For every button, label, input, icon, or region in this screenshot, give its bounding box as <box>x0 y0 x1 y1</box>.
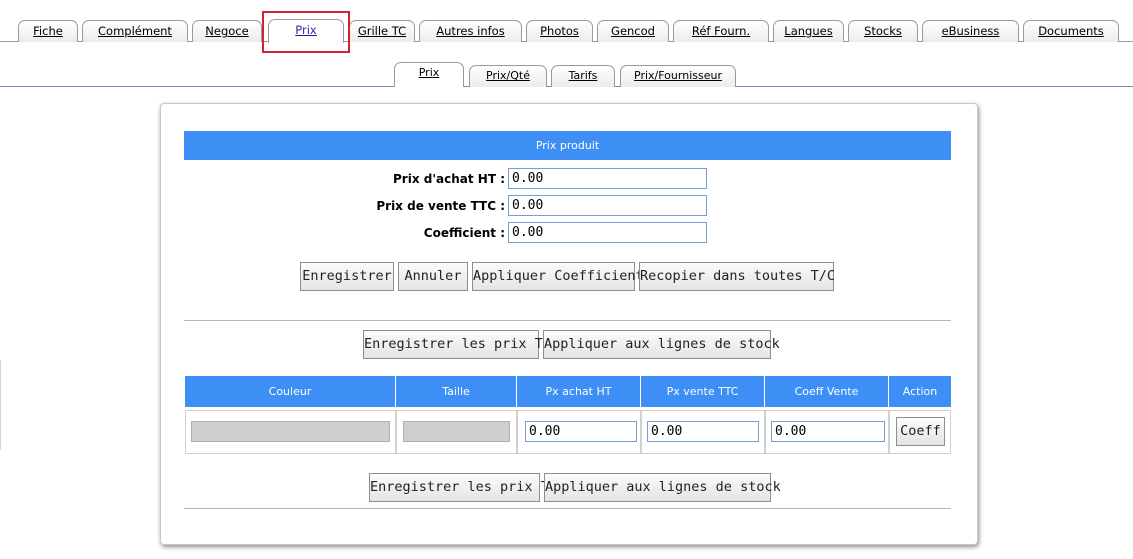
subtab-prix-fournisseur[interactable]: Prix/Fournisseur <box>620 65 736 87</box>
col-header-action: Action <box>889 376 951 407</box>
subtab-tarifs[interactable]: Tarifs <box>551 65 615 87</box>
tab-ebusiness[interactable]: eBusiness <box>922 20 1019 42</box>
cell-couleur <box>185 410 396 454</box>
col-header-coeff-vente: Coeff Vente <box>765 376 889 407</box>
separator <box>184 320 951 321</box>
coefficient-input[interactable] <box>508 222 707 243</box>
tab-langues[interactable]: Langues <box>773 20 844 42</box>
purchase-price-input[interactable] <box>508 168 707 189</box>
left-edge-mark <box>0 360 1 450</box>
active-tab-highlight <box>262 11 350 53</box>
row-coeff-button[interactable]: Coeff <box>896 417 945 446</box>
sale-price-input[interactable] <box>508 195 707 216</box>
coefficient-label: Coefficient : <box>423 226 505 240</box>
tab-stocks[interactable]: Stocks <box>848 20 918 42</box>
tab-photos[interactable]: Photos <box>526 20 593 42</box>
save-tc-prices-button[interactable]: Enregistrer les prix TC <box>363 330 551 359</box>
section-title: Prix produit <box>184 131 951 160</box>
row-px-achat-input[interactable] <box>525 421 637 442</box>
tab-ref-fourn[interactable]: Réf Fourn. <box>673 20 769 42</box>
save-tc-prices-button-bottom[interactable]: Enregistrer les prix TC <box>369 473 557 502</box>
copy-all-tc-button[interactable]: Recopier dans toutes T/C <box>639 262 835 291</box>
tab-complement[interactable]: Complément <box>82 20 188 42</box>
tab-gencod[interactable]: Gencod <box>597 20 669 42</box>
apply-stock-lines-button-bottom[interactable]: Appliquer aux lignes de stock <box>544 473 781 502</box>
tab-negoce[interactable]: Negoce <box>192 20 262 42</box>
subtab-prix-qte[interactable]: Prix/Qté <box>469 65 547 87</box>
tab-documents[interactable]: Documents <box>1023 20 1119 42</box>
col-header-couleur: Couleur <box>185 376 396 407</box>
col-header-px-vente: Px vente TTC <box>641 376 765 407</box>
tab-autres-infos[interactable]: Autres infos <box>419 20 522 42</box>
apply-coefficient-button[interactable]: Appliquer Coefficient <box>472 262 644 291</box>
sale-price-label: Prix de vente TTC : <box>376 199 505 213</box>
tab-fiche[interactable]: Fiche <box>18 20 78 42</box>
col-header-px-achat: Px achat HT <box>517 376 641 407</box>
tab-grille-tc[interactable]: Grille TC <box>349 20 415 42</box>
taille-field <box>403 421 510 442</box>
purchase-price-label: Prix d'achat HT : <box>393 172 505 186</box>
row-px-vente-input[interactable] <box>647 421 759 442</box>
bottom-separator <box>184 508 951 509</box>
row-coeff-input[interactable] <box>771 421 885 442</box>
subtab-prix[interactable]: Prix <box>394 62 464 87</box>
cell-taille <box>396 410 517 454</box>
couleur-field <box>191 421 390 442</box>
cancel-button[interactable]: Annuler <box>398 262 468 291</box>
apply-stock-lines-button[interactable]: Appliquer aux lignes de stock <box>543 330 780 359</box>
save-button[interactable]: Enregistrer <box>300 262 394 291</box>
col-header-taille: Taille <box>396 376 517 407</box>
